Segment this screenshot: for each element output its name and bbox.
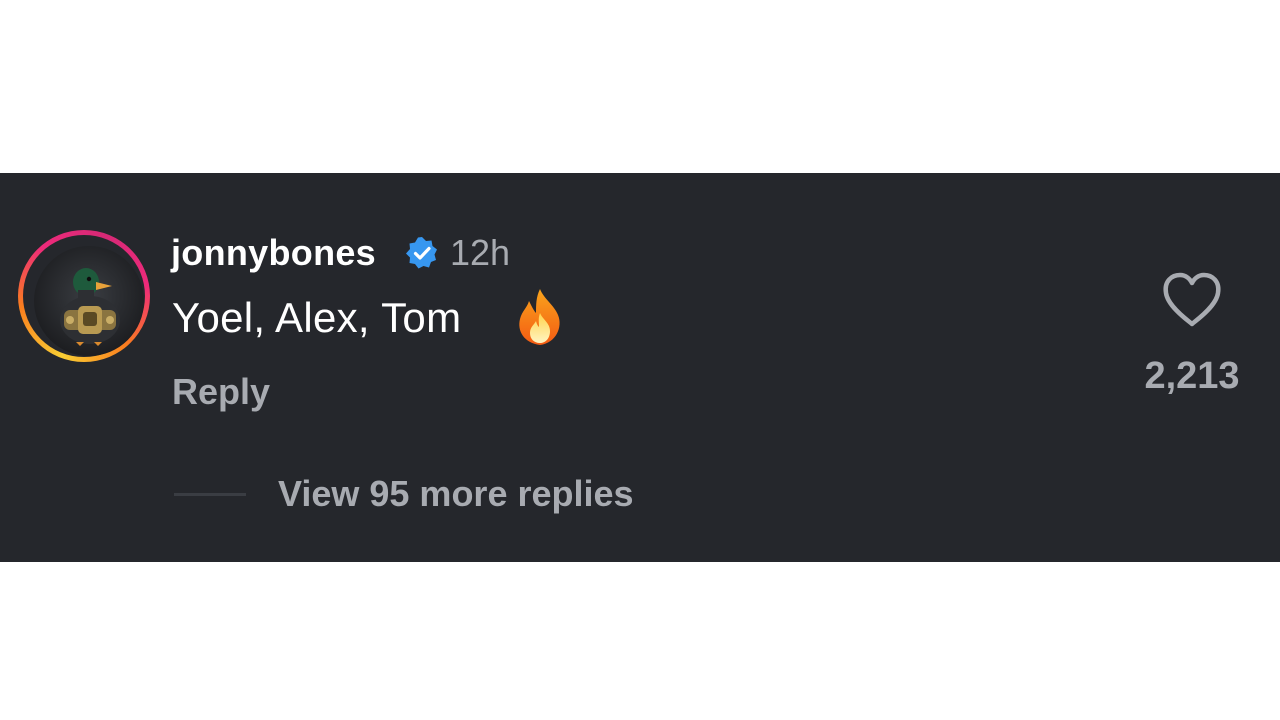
avatar-border	[23, 235, 145, 357]
page: jonnybones 12h Yoel, Alex, Tom Reply Vie…	[0, 0, 1280, 720]
duck-avatar-image	[60, 268, 120, 346]
comment-timestamp: 12h	[450, 232, 511, 273]
username[interactable]: jonnybones	[171, 232, 376, 274]
comment-text: Yoel, Alex, Tom	[172, 294, 462, 341]
heart-outline-icon[interactable]	[1160, 271, 1224, 329]
verified-badge-icon	[404, 235, 440, 271]
comment-panel: jonnybones 12h Yoel, Alex, Tom Reply Vie…	[0, 173, 1280, 562]
story-ring[interactable]	[18, 230, 150, 362]
like-count: 2,213	[1144, 355, 1240, 397]
reply-button[interactable]: Reply	[172, 371, 270, 413]
fire-icon	[514, 287, 566, 347]
replies-divider-line	[174, 493, 246, 496]
avatar[interactable]	[34, 246, 144, 356]
view-more-replies-button[interactable]: View 95 more replies	[278, 473, 634, 515]
